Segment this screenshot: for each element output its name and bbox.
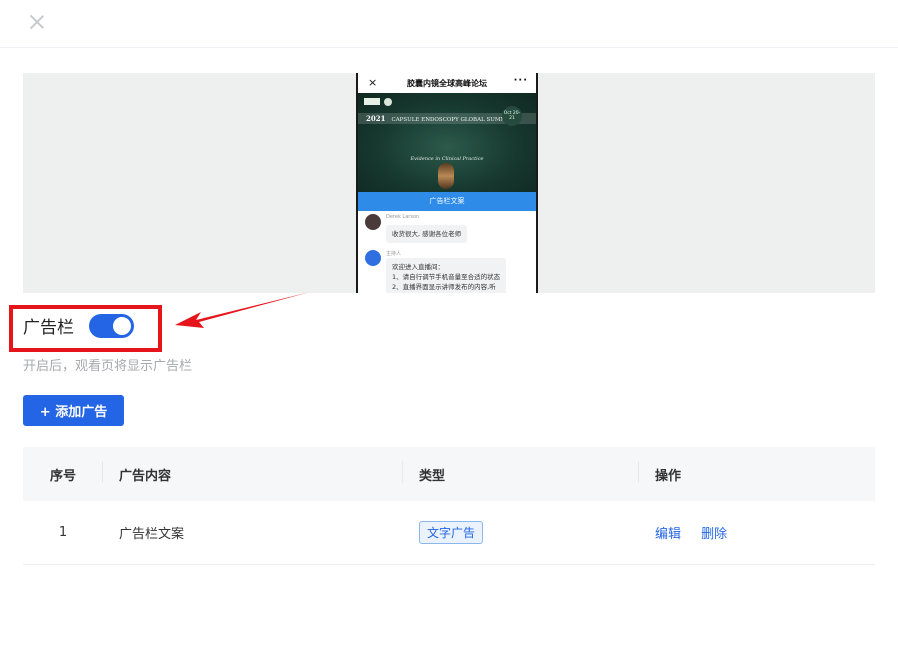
ad-hint-text: 开启后，观看页将显示广告栏 [23, 359, 193, 374]
cell-type: 文字广告 [403, 521, 639, 544]
edit-link[interactable]: 编辑 [655, 527, 681, 542]
cell-content: 广告栏文案 [119, 527, 185, 542]
ad-label: 广告栏 [23, 318, 74, 338]
cell-actions: 编辑 删除 [639, 523, 875, 542]
delete-link[interactable]: 删除 [701, 527, 727, 542]
ad-table: 序号 广告内容 类型 操作 1 广告栏文案 文字广告 编辑 删除 [23, 447, 875, 565]
header-content: 广告内容 [103, 460, 403, 484]
table-row: 1 广告栏文案 文字广告 编辑 删除 [23, 501, 875, 565]
type-tag: 文字广告 [419, 521, 484, 544]
header-index: 序号 [23, 460, 103, 484]
ad-toggle-switch[interactable] [89, 313, 134, 338]
ad-toggle-row: 广告栏 [23, 313, 134, 338]
cell-index: 1 [58, 525, 68, 540]
header-type: 类型 [403, 460, 639, 484]
add-ad-button[interactable]: + 添加广告 [23, 395, 124, 426]
header-actions: 操作 [655, 468, 682, 484]
table-header: 序号 广告内容 类型 操作 [23, 447, 875, 501]
